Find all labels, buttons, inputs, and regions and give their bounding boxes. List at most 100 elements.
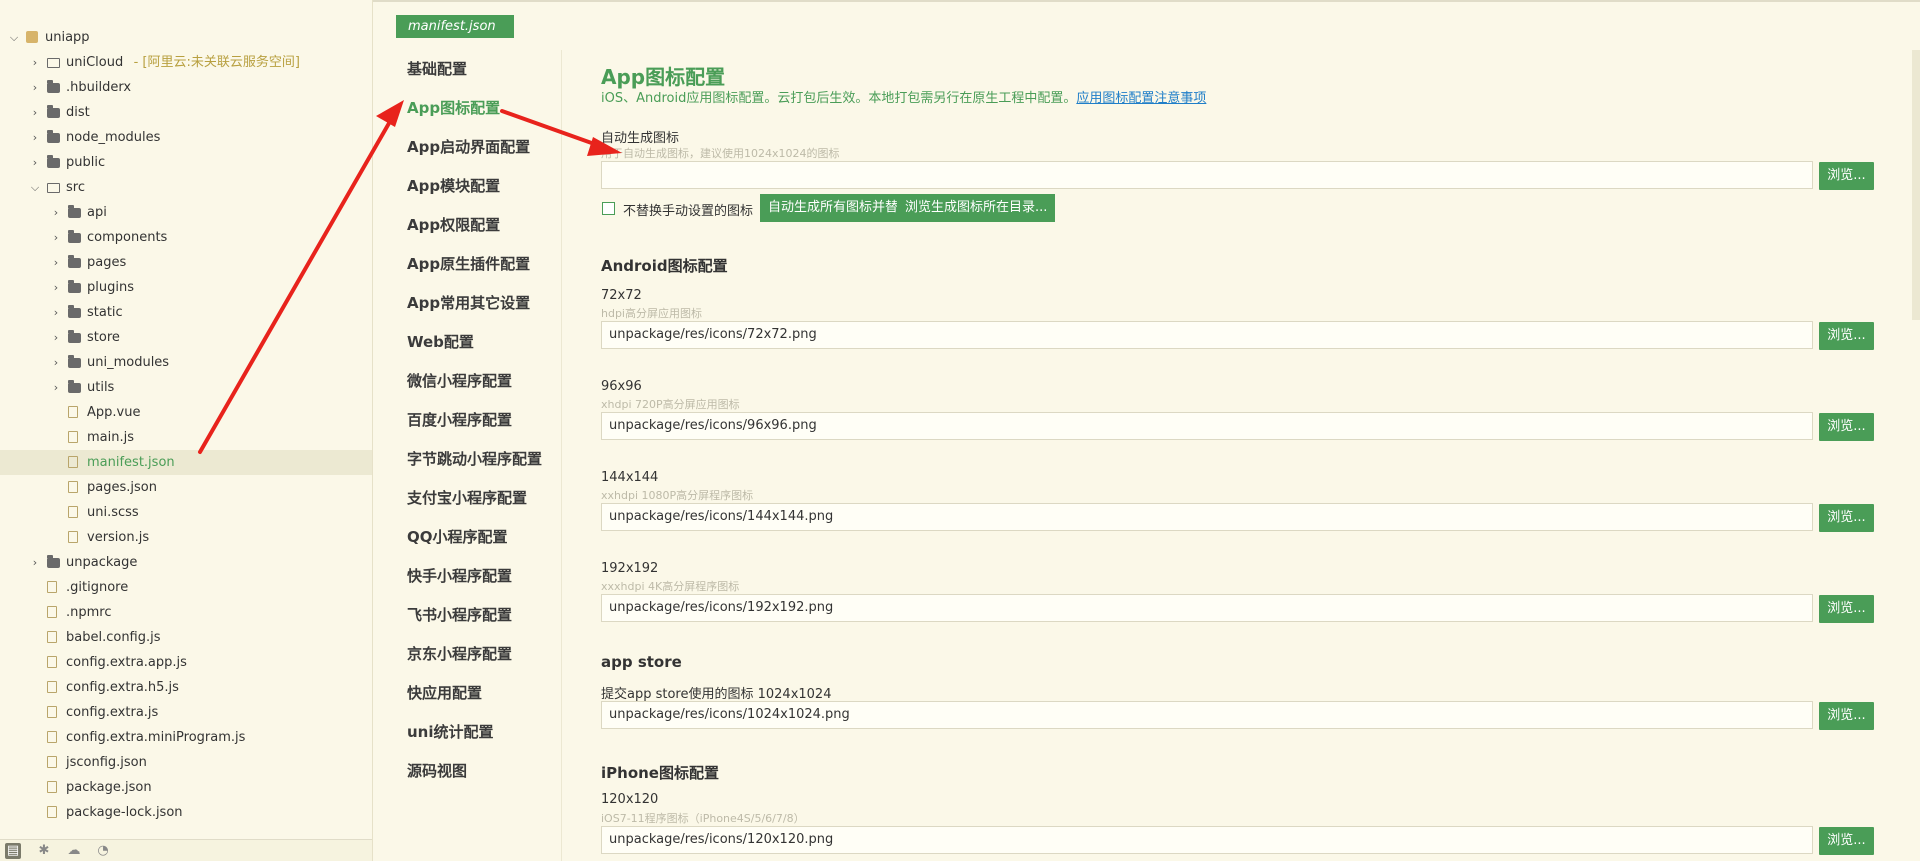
iphone-120-input[interactable]: unpackage/res/icons/120x120.png [601, 826, 1813, 854]
debug-icon[interactable]: ✱ [36, 843, 52, 859]
chevron-right-icon[interactable]: › [29, 125, 41, 150]
tree-item[interactable]: › static [0, 300, 372, 325]
browse-button-android[interactable]: 浏览... [1819, 504, 1874, 532]
browse-button-appstore[interactable]: 浏览... [1819, 702, 1874, 730]
settings-nav-item[interactable]: App图标配置 [381, 89, 561, 128]
chevron-right-icon[interactable]: › [29, 100, 41, 125]
chevron-right-icon[interactable]: › [29, 150, 41, 175]
appstore-icon-input[interactable]: unpackage/res/icons/1024x1024.png [601, 701, 1813, 729]
chevron-right-icon[interactable]: › [29, 50, 41, 75]
chevron-right-icon[interactable]: › [29, 75, 41, 100]
browse-button-auto[interactable]: 浏览... [1819, 162, 1874, 190]
tab-manifest-json[interactable]: manifest.json [396, 15, 514, 38]
chevron-down-icon[interactable]: ⌵ [8, 25, 20, 50]
tree-item[interactable]: jsconfig.json [0, 750, 372, 775]
explorer-bottom-bar: ▤ ✱ ☁ ◔ [0, 839, 372, 861]
settings-nav-item[interactable]: Web配置 [381, 323, 561, 362]
tree-item[interactable]: › public [0, 150, 372, 175]
settings-nav-item[interactable]: 飞书小程序配置 [381, 596, 561, 635]
chevron-right-icon[interactable]: › [50, 200, 62, 225]
tree-item[interactable]: › unpackage [0, 550, 372, 575]
settings-nav-item[interactable]: App常用其它设置 [381, 284, 561, 323]
icon-notes-link[interactable]: 应用图标配置注意事项 [1076, 91, 1206, 106]
plugin-icon[interactable]: ◔ [95, 843, 111, 859]
settings-nav-item[interactable]: App权限配置 [381, 206, 561, 245]
tree-item[interactable]: ⌵ uniapp [0, 25, 372, 50]
tree-item[interactable]: uni.scss [0, 500, 372, 525]
chevron-right-icon[interactable]: › [50, 225, 62, 250]
tree-item-label: components [87, 230, 168, 245]
folder-icon [68, 355, 81, 368]
settings-nav-item[interactable]: 基础配置 [381, 50, 561, 89]
tree-item[interactable]: › .hbuilderx [0, 75, 372, 100]
settings-nav-item[interactable]: App原生插件配置 [381, 245, 561, 284]
android-icon-input[interactable]: unpackage/res/icons/72x72.png [601, 321, 1813, 349]
tree-item[interactable]: pages.json [0, 475, 372, 500]
tree-item[interactable]: package-lock.json [0, 800, 372, 825]
browse-button-android[interactable]: 浏览... [1819, 413, 1874, 441]
settings-nav-item[interactable]: 百度小程序配置 [381, 401, 561, 440]
browse-button-android[interactable]: 浏览... [1819, 322, 1874, 350]
keep-manual-icons-checkbox[interactable] [602, 202, 615, 215]
tree-item[interactable]: › dist [0, 100, 372, 125]
chevron-right-icon[interactable]: › [50, 325, 62, 350]
settings-nav-item[interactable]: 支付宝小程序配置 [381, 479, 561, 518]
files-view-icon[interactable]: ▤ [5, 843, 21, 859]
tree-item[interactable]: App.vue [0, 400, 372, 425]
chevron-right-icon[interactable]: › [50, 350, 62, 375]
chevron-right-icon[interactable]: › [29, 550, 41, 575]
chevron-right-icon[interactable]: › [50, 250, 62, 275]
tree-item[interactable]: main.js [0, 425, 372, 450]
tree-item-label: public [66, 155, 106, 170]
tree-item[interactable]: .npmrc [0, 600, 372, 625]
tree-item[interactable]: › pages [0, 250, 372, 275]
tree-item[interactable]: config.extra.app.js [0, 650, 372, 675]
chevron-right-icon[interactable]: › [50, 275, 62, 300]
settings-nav-item[interactable]: App模块配置 [381, 167, 561, 206]
browse-button-android[interactable]: 浏览... [1819, 595, 1874, 623]
tree-item[interactable]: › store [0, 325, 372, 350]
settings-nav-item[interactable]: App启动界面配置 [381, 128, 561, 167]
scrollbar[interactable] [1912, 50, 1920, 320]
settings-nav-item[interactable]: 快手小程序配置 [381, 557, 561, 596]
tree-item[interactable]: › uniCloud - [阿里云:未关联云服务空间] [0, 50, 372, 75]
tree-item[interactable]: › node_modules [0, 125, 372, 150]
nav-divider [561, 50, 562, 861]
settings-nav-item[interactable]: uni统计配置 [381, 713, 561, 752]
tree-item[interactable]: babel.config.js [0, 625, 372, 650]
tree-item[interactable]: version.js [0, 525, 372, 550]
browse-button-iphone-120[interactable]: 浏览... [1819, 827, 1874, 855]
chevron-right-icon[interactable]: › [50, 375, 62, 400]
cloud-icon[interactable]: ☁ [66, 843, 82, 859]
tree-item[interactable]: package.json [0, 775, 372, 800]
tree-item-label: node_modules [66, 130, 161, 145]
tree-item-label: dist [66, 105, 90, 120]
chevron-right-icon[interactable]: › [50, 300, 62, 325]
tree-item[interactable]: config.extra.js [0, 700, 372, 725]
android-icon-input[interactable]: unpackage/res/icons/144x144.png [601, 503, 1813, 531]
tree-item[interactable]: › api [0, 200, 372, 225]
settings-nav-item[interactable]: QQ小程序配置 [381, 518, 561, 557]
tree-item[interactable]: › components [0, 225, 372, 250]
android-icon-input[interactable]: unpackage/res/icons/96x96.png [601, 412, 1813, 440]
tree-item[interactable]: .gitignore [0, 575, 372, 600]
tree-item[interactable]: config.extra.miniProgram.js [0, 725, 372, 750]
tree-item[interactable]: › plugins [0, 275, 372, 300]
generate-all-icons-button[interactable]: 自动生成所有图标并替换 [760, 194, 920, 222]
chevron-down-icon[interactable]: ⌵ [29, 175, 41, 200]
settings-nav-item[interactable]: 微信小程序配置 [381, 362, 561, 401]
auto-icon-input[interactable] [601, 161, 1813, 189]
tree-item-label: unpackage [66, 555, 138, 570]
tree-item[interactable]: › utils [0, 375, 372, 400]
browse-icons-dir-button[interactable]: 浏览生成图标所在目录... [897, 194, 1056, 222]
settings-nav-item[interactable]: 源码视图 [381, 752, 561, 791]
tree-item[interactable]: ⌵ src [0, 175, 372, 200]
tree-item[interactable]: manifest.json [0, 450, 372, 475]
settings-nav-item[interactable]: 快应用配置 [381, 674, 561, 713]
settings-nav-item[interactable]: 字节跳动小程序配置 [381, 440, 561, 479]
tree-item[interactable]: › uni_modules [0, 350, 372, 375]
android-icon-input[interactable]: unpackage/res/icons/192x192.png [601, 594, 1813, 622]
settings-nav-item[interactable]: 京东小程序配置 [381, 635, 561, 674]
tree-item[interactable]: config.extra.h5.js [0, 675, 372, 700]
tree-item-label: utils [87, 380, 115, 395]
